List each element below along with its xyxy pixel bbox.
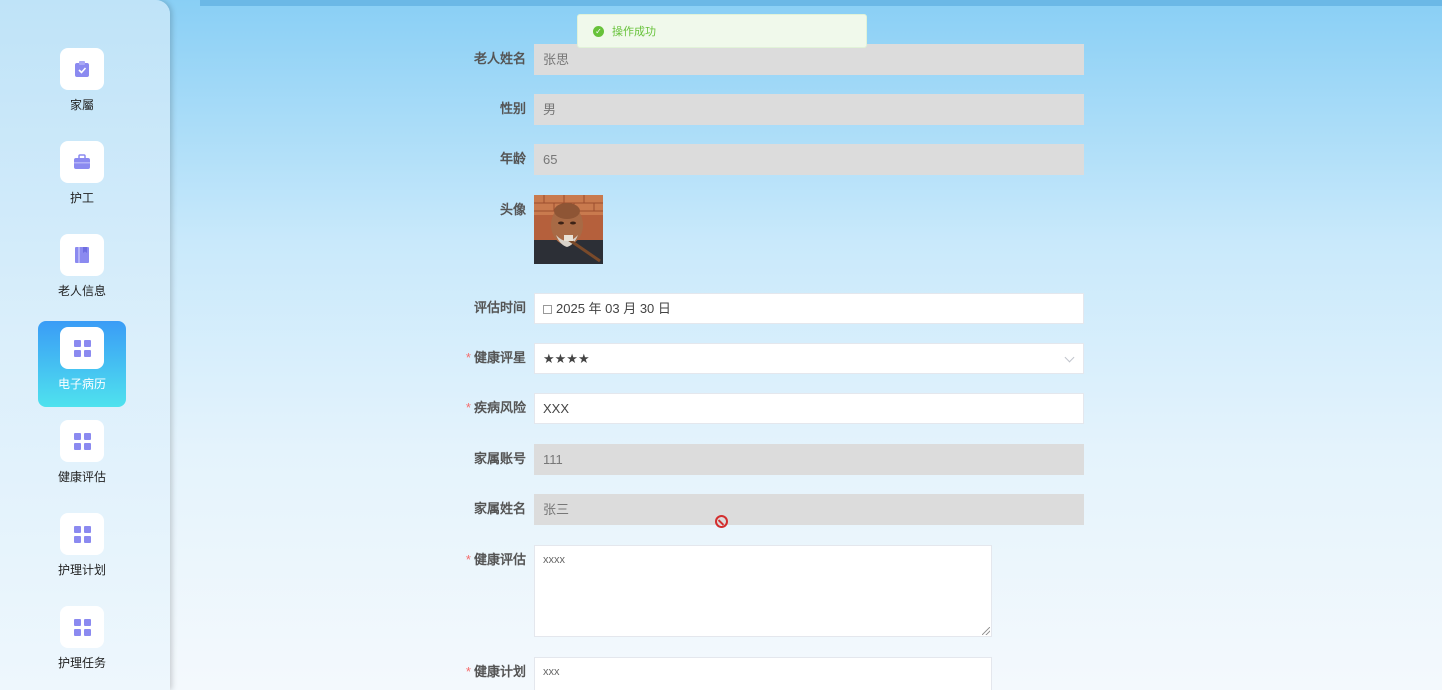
sidebar-item-health-assessment[interactable]: 健康评估 (38, 414, 126, 500)
health-rating-value: ★★★★ (543, 351, 590, 366)
success-toast: ✓ 操作成功 (577, 14, 867, 48)
age-field: 65 (534, 144, 1084, 175)
sidebar-item-label: 家屬 (69, 98, 94, 112)
health-assessment-value: xxxx (543, 554, 565, 566)
resize-handle-icon[interactable] (982, 627, 990, 635)
required-mark: * (465, 350, 471, 365)
clipboard-check-icon (60, 48, 104, 90)
family-name-label: 家属姓名 (473, 501, 526, 516)
assess-time-label: 评估时间 (473, 300, 526, 315)
grid-icon (60, 513, 104, 555)
family-account-label: 家属账号 (473, 451, 526, 466)
required-mark: * (465, 400, 471, 415)
check-circle-icon: ✓ (593, 25, 604, 37)
elder-name-field: 张思 (534, 44, 1084, 75)
required-mark: * (465, 664, 471, 679)
sidebar-item-care-plan[interactable]: 护理计划 (38, 507, 126, 593)
required-mark: * (465, 552, 471, 567)
grid-icon (60, 606, 104, 648)
sidebar-item-label: 电子病历 (57, 377, 106, 391)
book-icon (60, 234, 104, 276)
gender-field: 男 (534, 94, 1084, 125)
health-plan-value: xxx (543, 666, 560, 678)
top-bar (200, 0, 1442, 6)
toast-message: 操作成功 (612, 26, 656, 38)
assess-time-date-input[interactable]: 2025 年 03 月 30 日 (534, 293, 1084, 324)
sidebar-item-caregiver[interactable]: 护工 (38, 135, 126, 221)
grid-icon (60, 327, 104, 369)
avatar-label: 头像 (499, 202, 526, 217)
sidebar-item-label: 健康评估 (57, 470, 106, 484)
sidebar-item-label: 老人信息 (57, 284, 106, 298)
sidebar-item-family[interactable]: 家屬 (38, 42, 126, 128)
health-rating-label: * 健康评星 (465, 350, 526, 365)
assess-time-value: 2025 年 03 月 30 日 (556, 301, 671, 316)
family-account-field: 111 (534, 444, 1084, 475)
grid-icon (60, 420, 104, 462)
sidebar-item-medical-record[interactable]: 电子病历 (38, 321, 126, 407)
calendar-icon (543, 305, 552, 314)
sidebar-item-label: 护理计划 (57, 563, 106, 577)
sidebar-item-label: 护理任务 (57, 656, 106, 670)
health-assessment-textarea[interactable]: xxxx (534, 545, 992, 637)
elder-name-label: 老人姓名 (473, 51, 526, 66)
health-assessment-label: * 健康评估 (465, 552, 526, 567)
sidebar-item-elder-info[interactable]: 老人信息 (38, 228, 126, 314)
not-allowed-cursor-icon (715, 515, 728, 528)
sidebar: 家屬 护工 老人信息 电子病历 健康评估 护理计划 护理任务 (0, 0, 170, 690)
health-plan-label: * 健康计划 (465, 664, 526, 679)
family-name-field: 张三 (534, 494, 1084, 525)
age-label: 年龄 (499, 151, 526, 166)
health-rating-select[interactable]: ★★★★ (534, 343, 1084, 374)
health-plan-textarea[interactable]: xxx (534, 657, 992, 690)
sidebar-item-label: 护工 (69, 191, 94, 205)
chevron-down-icon (1064, 352, 1075, 363)
avatar (534, 195, 603, 264)
gender-label: 性别 (499, 101, 526, 116)
sidebar-item-care-task[interactable]: 护理任务 (38, 600, 126, 686)
disease-risk-label: * 疾病风险 (465, 400, 526, 415)
briefcase-icon (60, 141, 104, 183)
disease-risk-input[interactable]: XXX (534, 393, 1084, 424)
